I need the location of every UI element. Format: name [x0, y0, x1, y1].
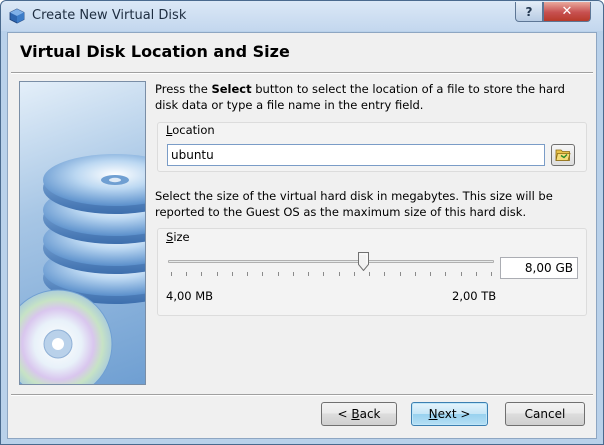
- page-title: Virtual Disk Location and Size: [20, 42, 290, 61]
- location-label: Location: [166, 123, 215, 137]
- slider-tick: [353, 272, 355, 276]
- back-button-label: < Back: [337, 407, 380, 421]
- back-label-accel: B: [351, 407, 360, 421]
- slider-tick: [308, 272, 310, 276]
- footer-divider: [11, 394, 593, 396]
- slider-tick: [262, 272, 264, 276]
- slider-tick: [399, 272, 401, 276]
- location-input[interactable]: [167, 144, 545, 166]
- slider-tick: [292, 272, 294, 276]
- slider-tick: [445, 272, 447, 276]
- dialog-window: Create New Virtual Disk ? ✕ Virtual Disk…: [0, 0, 604, 445]
- next-label-accel: N: [428, 407, 438, 421]
- location-description: Press the Select button to select the lo…: [155, 81, 587, 113]
- close-button[interactable]: ✕: [543, 2, 591, 22]
- select-keyword: Select: [211, 82, 252, 96]
- size-label-rest: ize: [173, 230, 190, 244]
- disc-stack-icon: [20, 154, 145, 384]
- slider-tick: [216, 272, 218, 276]
- slider-tick: [384, 272, 386, 276]
- location-description-text: Press the: [155, 82, 212, 96]
- slider-tick: [460, 272, 462, 276]
- close-icon: ✕: [561, 4, 573, 19]
- back-label-rest: ack: [359, 407, 381, 421]
- help-icon: ?: [525, 4, 533, 19]
- size-slider-track[interactable]: [168, 260, 494, 263]
- folder-open-icon: [555, 149, 571, 161]
- slider-tick: [414, 272, 416, 276]
- next-button[interactable]: Next >: [411, 402, 488, 426]
- select-location-button[interactable]: [551, 144, 575, 166]
- virtualbox-icon: [9, 8, 25, 24]
- size-label: Size: [166, 230, 190, 244]
- size-max-label: 2,00 TB: [452, 289, 497, 303]
- slider-tick: [475, 272, 477, 276]
- slider-tick: [430, 272, 432, 276]
- dialog-client-area: Virtual Disk Location and Size Press the…: [7, 32, 597, 439]
- slider-tick: [171, 272, 172, 276]
- size-description: Select the size of the virtual hard disk…: [155, 189, 553, 219]
- cancel-button[interactable]: Cancel: [505, 402, 585, 426]
- slider-tick: [323, 272, 325, 276]
- slider-tick: [247, 272, 249, 276]
- size-slider-thumb[interactable]: [358, 252, 369, 271]
- back-button[interactable]: < Back: [321, 402, 397, 426]
- slider-tick: [369, 272, 371, 276]
- slider-tick: [186, 272, 188, 276]
- slider-tick: [231, 272, 233, 276]
- header-divider: [11, 72, 593, 74]
- size-input[interactable]: [500, 257, 578, 279]
- next-label-rest: ext >: [437, 407, 471, 421]
- location-label-rest: ocation: [172, 123, 215, 137]
- window-title: Create New Virtual Disk: [32, 8, 187, 23]
- location-section: Press the Select button to select the lo…: [155, 81, 587, 113]
- slider-tick: [277, 272, 279, 276]
- back-label-pre: <: [337, 407, 352, 421]
- next-button-label: Next >: [429, 407, 471, 421]
- title-bar[interactable]: Create New Virtual Disk ? ✕: [1, 1, 603, 31]
- help-button[interactable]: ?: [515, 2, 543, 22]
- page-header: Virtual Disk Location and Size: [8, 33, 596, 70]
- slider-tick: [201, 272, 203, 276]
- wizard-watermark-image: [19, 81, 146, 385]
- slider-tick: [491, 272, 492, 276]
- size-min-label: 4,00 MB: [166, 289, 214, 303]
- slider-tick: [338, 272, 340, 276]
